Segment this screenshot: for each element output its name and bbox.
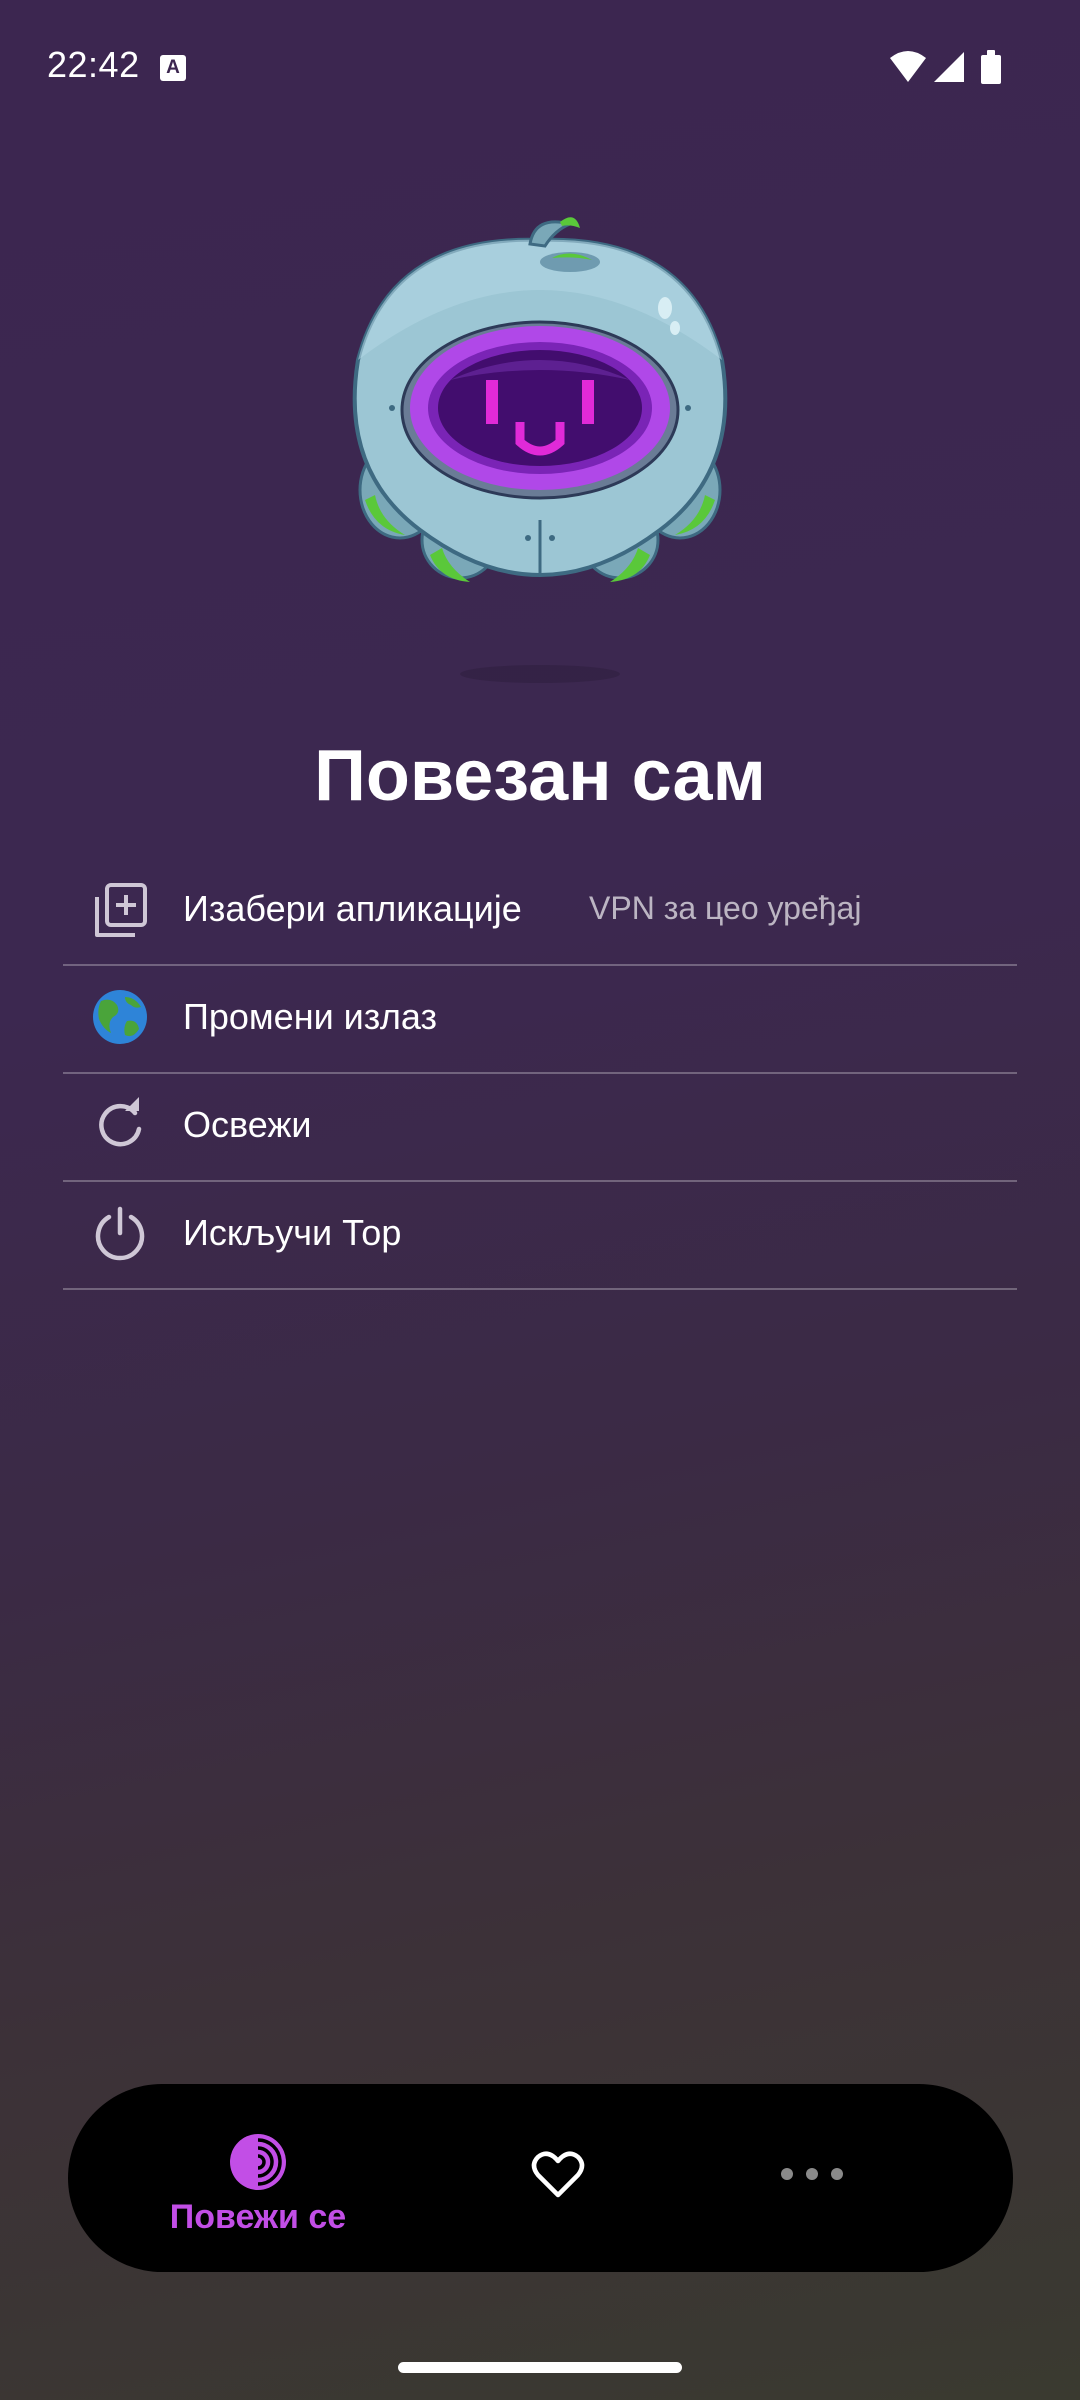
more-icon [778,2164,846,2184]
status-bar: 22:42 A [0,0,1080,136]
power-icon [91,1205,149,1263]
nav-tab-more[interactable] [762,2084,862,2272]
nav-tab-favorite[interactable] [508,2084,608,2272]
cell-signal-icon [934,52,964,82]
heart-icon [530,2147,586,2203]
menu-item-change-exit[interactable]: Промени излаз [63,966,1017,1074]
tor-connect-icon [228,2132,288,2192]
menu-item-label: Промени излаз [183,996,438,1037]
battery-icon [981,50,1001,84]
status-time: 22:42 [47,44,140,85]
font-a-icon: A [160,55,186,81]
menu-item-choose-apps[interactable]: Изабери апликације VPN за цео уређај [63,858,1017,966]
globe-icon [91,989,149,1047]
menu-item-value: VPN за цео уређај [589,890,862,926]
menu-item-label: Освежи [183,1104,312,1145]
mascot-shadow [460,665,620,683]
notification-glyph: A [166,57,180,78]
connection-status-title: Повезан сам [314,736,766,816]
nav-tab-connect-label: Повежи се [169,2198,347,2236]
menu-item-disconnect-tor[interactable]: Искључи Тор [63,1182,1017,1290]
menu-item-label: Искључи Тор [183,1212,402,1253]
status-icons [888,48,1008,88]
tor-mascot-image [330,210,750,590]
home-indicator[interactable] [398,2362,682,2373]
wifi-icon [890,51,926,82]
bottom-navigation: Повежи се [68,2084,1013,2272]
library-add-icon [91,881,149,939]
menu-item-label: Изабери апликације [183,888,522,929]
menu-item-refresh[interactable]: Освежи [63,1074,1017,1182]
connection-menu: Изабери апликације VPN за цео уређај Про… [63,858,1017,1290]
refresh-icon [91,1097,149,1155]
nav-tab-connect[interactable]: Повежи се [168,2084,348,2272]
